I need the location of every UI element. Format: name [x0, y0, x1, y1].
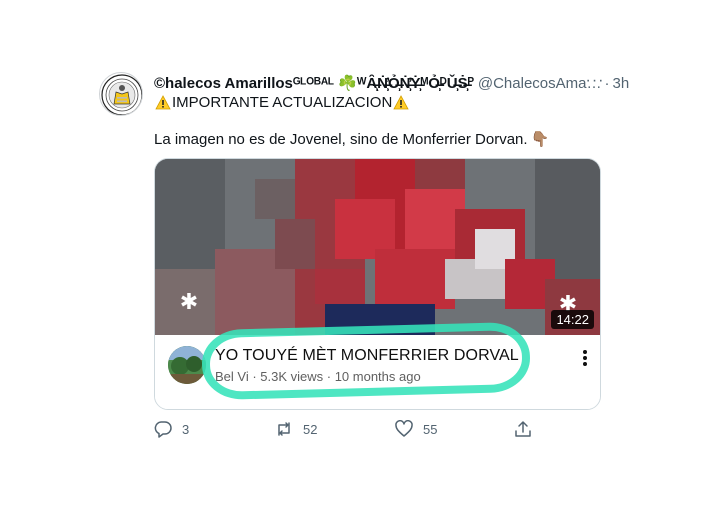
warning-icon: [155, 95, 171, 110]
reply-count: 3: [182, 421, 190, 437]
action-bar: 3 52 55: [154, 420, 554, 442]
heart-icon: [395, 420, 413, 437]
retweet-icon: [278, 422, 290, 436]
profile-avatar[interactable]: [99, 72, 143, 116]
video-duration: 14:22: [551, 310, 594, 329]
reply-icon: [154, 421, 172, 438]
separator-dot: ·: [604, 74, 610, 92]
tweet[interactable]: ©halecos Amarillosᴳᴸᴼᴮᴬᴸ ☘️ᵂȂ̶̩̹ͅṄ̶̩̹̓Ỏ̶…: [0, 0, 710, 515]
reply-button[interactable]: 3: [154, 420, 189, 438]
timestamp[interactable]: 3h: [612, 75, 629, 92]
share-button[interactable]: [514, 420, 542, 438]
warning-icon: [393, 95, 409, 110]
channel-avatar[interactable]: [168, 346, 206, 384]
yellow-vest-logo-icon: [101, 74, 142, 115]
tweet-header: ©halecos Amarillosᴳᴸᴼᴮᴬᴸ ☘️ᵂȂ̶̩̹ͅṄ̶̩̹̓Ỏ̶…: [154, 73, 629, 93]
video-thumbnail[interactable]: ✱ ✱ 14:22: [155, 159, 600, 335]
more-options-icon[interactable]: ···: [585, 73, 605, 93]
retweet-count: 52: [303, 421, 318, 437]
display-name[interactable]: ©halecos Amarillosᴳᴸᴼᴮᴬᴸ ☘️ᵂȂ̶̩̹ͅṄ̶̩̹̓Ỏ̶…: [154, 74, 474, 92]
like-count: 55: [423, 421, 438, 437]
video-more-icon[interactable]: [579, 347, 591, 367]
svg-text:✱: ✱: [180, 290, 198, 315]
tweet-heading-text: IMPORTANTE ACTUALIZACION: [172, 94, 393, 111]
highlight-annotation: [201, 321, 531, 401]
tweet-body-text: La imagen no es de Jovenel, sino de Monf…: [154, 130, 528, 148]
blurred-thumbnail-image: ✱ ✱: [155, 159, 600, 335]
channel-avatar-image: [168, 346, 206, 384]
tweet-body: La imagen no es de Jovenel, sino de Monf…: [154, 130, 550, 149]
pointing-down-icon: 👇🏽: [530, 131, 550, 148]
retweet-button[interactable]: 52: [275, 420, 317, 438]
share-icon: [515, 421, 531, 437]
tweet-text-line: IMPORTANTE ACTUALIZACION: [154, 94, 410, 111]
user-handle[interactable]: @ChalecosAma…: [478, 75, 602, 92]
like-button[interactable]: 55: [395, 420, 437, 438]
